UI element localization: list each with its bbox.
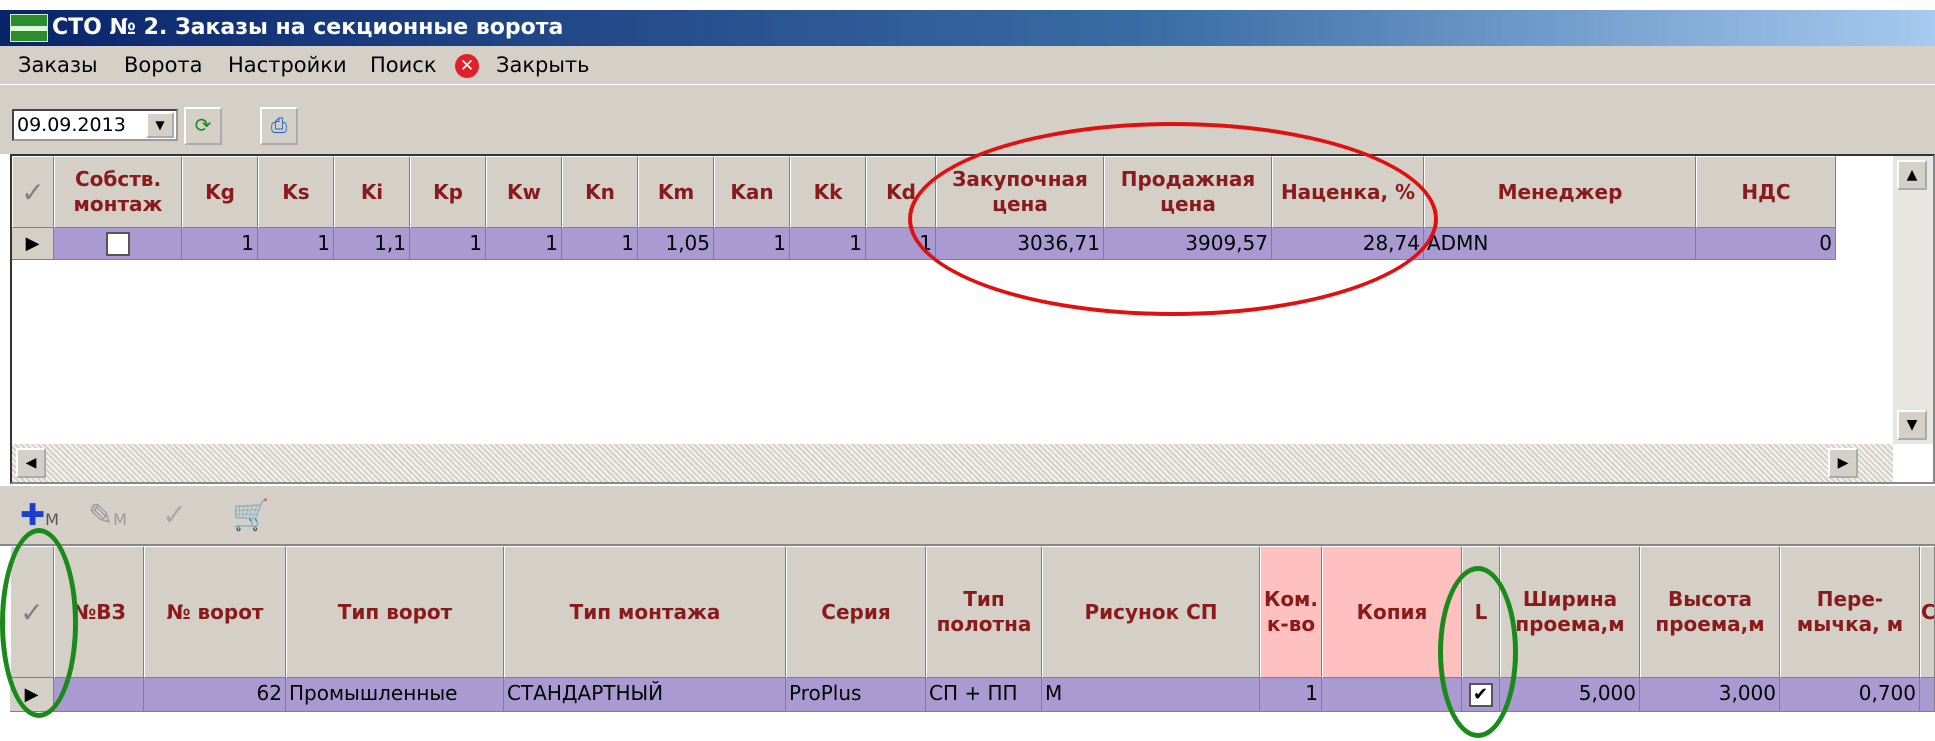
header-kit-qty[interactable]: Ком. к-во [1260,546,1322,678]
header-copy[interactable]: Копия [1322,546,1462,678]
cell-kn[interactable]: 1 [562,228,638,260]
header-sale-price[interactable]: Продажная цена [1104,156,1272,228]
header-lintel[interactable]: Пере- мычка, м [1780,546,1920,678]
cell-copy[interactable] [1322,678,1462,712]
cell-install-type[interactable]: СТАНДАРТНЫЙ [504,678,786,712]
edit-icon[interactable]: ✎M [88,496,127,536]
header-kg[interactable]: Kg [182,156,258,228]
window-title: СТО № 2. Заказы на секционные ворота [52,15,564,40]
cell-kk[interactable]: 1 [790,228,866,260]
chevron-down-icon[interactable]: ▼ [146,112,174,138]
cell-markup[interactable]: 28,74 [1272,228,1424,260]
add-icon[interactable]: ✚M [20,496,59,536]
cell-kd[interactable]: 1 [866,228,936,260]
header-kd[interactable]: Kd [866,156,936,228]
menu-bar: Заказы Ворота Настройки Поиск ✕ Закрыть [0,46,1935,84]
scroll-up-icon[interactable]: ▲ [1897,160,1927,190]
app-icon [10,14,48,42]
cell-kit-qty[interactable]: 1 [1260,678,1322,712]
header-panel-type[interactable]: Тип полотна [926,546,1042,678]
header-install-type[interactable]: Тип монтажа [504,546,786,678]
cell-lintel[interactable]: 0,700 [1780,678,1920,712]
cell-km[interactable]: 1,05 [638,228,714,260]
cell-vat[interactable]: 0 [1696,228,1836,260]
title-bar: СТО № 2. Заказы на секционные ворота [0,10,1935,46]
orders-grid: ✓ Собств. монтаж Kg Ks Ki Kp Kw Kn Km Ka… [10,154,1935,484]
header-ks[interactable]: Ks [258,156,334,228]
header-kk[interactable]: Kk [790,156,866,228]
header-gate-no[interactable]: № ворот [144,546,286,678]
header-vat[interactable]: НДС [1696,156,1836,228]
cell-panel-pattern[interactable]: M [1042,678,1260,712]
cell-gate-type[interactable]: Промышленные [286,678,504,712]
header-width[interactable]: Ширина проема,м [1500,546,1640,678]
cell-manager[interactable]: ADMN [1424,228,1696,260]
vertical-scrollbar[interactable]: ▲ ▼ [1893,156,1933,444]
cell-kg[interactable]: 1 [182,228,258,260]
cell-kan[interactable]: 1 [714,228,790,260]
menu-orders[interactable]: Заказы [18,46,98,84]
header-series[interactable]: Серия [786,546,926,678]
add-label: M [45,510,59,529]
print-icon[interactable]: ⎙ [260,107,298,145]
header-height[interactable]: Высота проема,м [1640,546,1780,678]
header-panel-pattern[interactable]: Рисунок СП [1042,546,1260,678]
cell-width[interactable]: 5,000 [1500,678,1640,712]
refresh-icon[interactable]: ⟳ [184,107,222,145]
l-checkbox[interactable]: ✔ [1468,682,1493,707]
header-nvz[interactable]: №ВЗ [54,546,144,678]
scroll-left-icon[interactable]: ◀ [16,448,46,478]
header-kw[interactable]: Kw [486,156,562,228]
cell-kp[interactable]: 1 [410,228,486,260]
menu-close[interactable]: Закрыть [496,46,590,84]
cell-series[interactable]: ProPlus [786,678,926,712]
cell-sale-price[interactable]: 3909,57 [1104,228,1272,260]
scroll-down-icon[interactable]: ▼ [1897,410,1927,440]
gates-grid: ✓ №ВЗ № ворот Тип ворот Тип монтажа Сери… [0,544,1935,741]
header-kp[interactable]: Kp [410,156,486,228]
header-ki[interactable]: Ki [334,156,410,228]
cell-gate-no[interactable]: 62 [144,678,286,712]
horizontal-scrollbar[interactable]: ◀ ▶ [12,444,1893,482]
cell-height[interactable]: 3,000 [1640,678,1780,712]
cell-l[interactable]: ✔ [1462,678,1500,712]
menu-search[interactable]: Поиск [370,46,437,84]
header-manager[interactable]: Менеджер [1424,156,1696,228]
cell-next[interactable] [1920,678,1935,712]
cell-own-install[interactable] [54,228,182,260]
header-own-install[interactable]: Собств. монтаж [54,156,182,228]
row-pointer-icon: ▶ [12,228,54,260]
header-kn[interactable]: Kn [562,156,638,228]
header-markup[interactable]: Наценка, % [1272,156,1424,228]
header-gate-type[interactable]: Тип ворот [286,546,504,678]
cell-ki[interactable]: 1,1 [334,228,410,260]
toolbar: 09.09.2013 ▼ ⟳ ⎙ [0,84,1935,154]
cell-purchase-price[interactable]: 3036,71 [936,228,1104,260]
cell-panel-type[interactable]: СП + ПП [926,678,1042,712]
check-icon[interactable]: ✓ [162,496,187,536]
edit-label: M [113,510,127,529]
cell-kw[interactable]: 1 [486,228,562,260]
header-next[interactable]: С [1920,546,1935,678]
gates-toolbar: ✚M ✎M ✓ 🛒 [0,486,1935,544]
menu-settings[interactable]: Настройки [228,46,347,84]
cart-add-icon[interactable]: 🛒 [232,496,269,536]
own-install-checkbox[interactable] [105,231,130,256]
header-kan[interactable]: Kan [714,156,790,228]
menu-gates[interactable]: Ворота [124,46,203,84]
row-pointer-icon: ▶ [10,678,54,712]
cell-nvz[interactable] [54,678,144,712]
header-l[interactable]: L [1462,546,1500,678]
scroll-right-icon[interactable]: ▶ [1828,448,1858,478]
header-purchase-price[interactable]: Закупочная цена [936,156,1104,228]
header-km[interactable]: Km [638,156,714,228]
checkmark-icon: ✓ [12,156,54,228]
cell-ks[interactable]: 1 [258,228,334,260]
checkmark-icon: ✓ [10,546,54,678]
close-icon[interactable]: ✕ [455,54,479,78]
